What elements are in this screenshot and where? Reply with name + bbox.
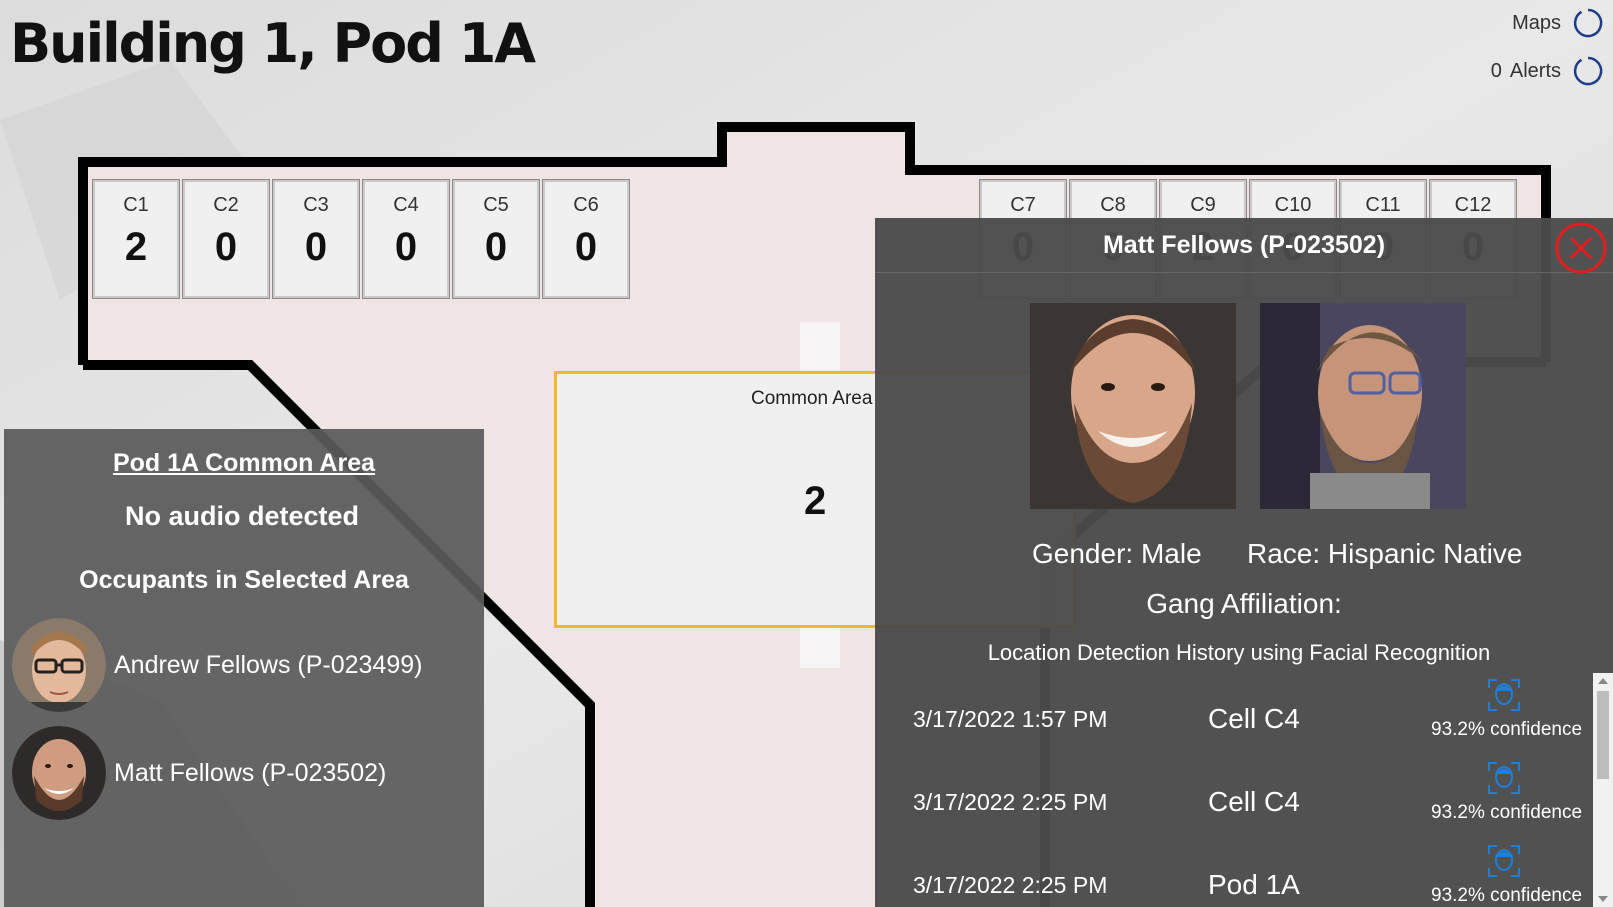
race-field: Race: Hispanic Native xyxy=(1247,538,1523,569)
cell-c2[interactable]: C2 0 xyxy=(183,180,269,298)
cell-count: 0 xyxy=(484,225,508,269)
avatar xyxy=(12,726,106,820)
cell-label: C6 xyxy=(573,194,599,216)
face-recognition-icon xyxy=(1488,679,1520,711)
cell-label: C10 xyxy=(1274,194,1312,216)
history-time: 3/17/2022 2:25 PM xyxy=(913,789,1108,815)
cell-label: C5 xyxy=(483,194,509,216)
face-recognition-icon xyxy=(1488,762,1520,794)
cell-label: C9 xyxy=(1190,194,1216,216)
alerts-label: Alerts xyxy=(1509,59,1561,82)
cell-label: C4 xyxy=(393,194,419,216)
history-heading: Location Detection History using Facial … xyxy=(987,640,1491,665)
area-info-panel: Pod 1A Common Area No audio detected Occ… xyxy=(4,429,484,907)
face-recognition-icon xyxy=(1488,845,1520,877)
history-location: Cell C4 xyxy=(1208,703,1300,734)
cell-c1[interactable]: C1 2 xyxy=(93,180,179,298)
history-location: Cell C4 xyxy=(1208,786,1300,817)
cell-label: C8 xyxy=(1100,194,1126,216)
detail-header: Matt Fellows (P-023502) xyxy=(875,218,1613,273)
cell-c6[interactable]: C6 0 xyxy=(543,180,629,298)
scroll-up-arrow-icon[interactable] xyxy=(1598,678,1608,684)
scroll-down-arrow-icon[interactable] xyxy=(1598,896,1608,902)
cell-count: 0 xyxy=(394,225,418,269)
alerts-refresh-icon[interactable] xyxy=(1571,54,1605,88)
gang-affiliation-field: Gang Affiliation: xyxy=(1146,588,1342,619)
audio-status: No audio detected xyxy=(124,501,360,531)
common-area-count: 2 xyxy=(804,479,827,523)
occupants-heading: Occupants in Selected Area xyxy=(79,566,409,594)
cell-c5[interactable]: C5 0 xyxy=(453,180,539,298)
alerts-control[interactable]: 0 Alerts xyxy=(1491,54,1605,88)
maps-refresh-icon[interactable] xyxy=(1571,6,1605,40)
history-time: 3/17/2022 1:57 PM xyxy=(913,706,1108,732)
cell-label: C3 xyxy=(303,194,329,216)
cell-label: C1 xyxy=(123,194,149,216)
area-title[interactable]: Pod 1A Common Area xyxy=(4,449,484,478)
page-title: Building 1, Pod 1A xyxy=(10,12,536,75)
history-row[interactable]: 3/17/2022 2:25 PM Pod 1A 93.2% confidenc… xyxy=(875,845,1595,907)
history-row[interactable]: 3/17/2022 2:25 PM Cell C4 93.2% confiden… xyxy=(875,762,1595,849)
cell-count: 2 xyxy=(124,225,148,269)
cell-count: 0 xyxy=(214,225,238,269)
cell-label: C2 xyxy=(213,194,239,216)
close-icon[interactable] xyxy=(1555,222,1607,274)
occupant-name: Matt Fellows (P-023502) xyxy=(114,758,387,787)
cell-count: 0 xyxy=(574,225,598,269)
cell-label: C7 xyxy=(1010,194,1036,216)
cell-c3[interactable]: C3 0 xyxy=(273,180,359,298)
scrollbar-thumb[interactable] xyxy=(1597,691,1609,779)
cells-row-left: C1 2 C2 0 C3 0 C4 0 C5 0 C6 0 xyxy=(93,180,629,298)
occupant-item[interactable]: Matt Fellows (P-023502) xyxy=(12,726,386,820)
occupant-item[interactable]: Andrew Fellows (P-023499) xyxy=(12,618,422,712)
person-detail-panel: Matt Fellows (P-023502) Gender: Male Rac… xyxy=(875,218,1613,907)
history-confidence: 93.2% confidence xyxy=(1431,719,1583,740)
history-location: Pod 1A xyxy=(1208,869,1300,900)
history-confidence: 93.2% confidence xyxy=(1431,885,1583,906)
cell-c4[interactable]: C4 0 xyxy=(363,180,449,298)
history-row[interactable]: 3/17/2022 1:57 PM Cell C4 93.2% confiden… xyxy=(875,679,1595,766)
history-time: 3/17/2022 2:25 PM xyxy=(913,872,1108,898)
history-confidence: 93.2% confidence xyxy=(1431,802,1583,823)
gender-field: Gender: Male xyxy=(1032,538,1202,569)
cell-label: C11 xyxy=(1365,194,1401,216)
cell-count: 0 xyxy=(304,225,328,269)
detection-photo xyxy=(1260,303,1466,509)
common-area-label: Common Area xyxy=(751,388,873,409)
cell-label: C12 xyxy=(1454,194,1492,216)
maps-control[interactable]: Maps xyxy=(1512,6,1605,40)
avatar xyxy=(12,618,106,712)
mugshot-photo xyxy=(1030,303,1236,509)
maps-label: Maps xyxy=(1512,11,1561,34)
detail-person-name: Matt Fellows (P-023502) xyxy=(1102,231,1386,259)
occupant-name: Andrew Fellows (P-023499) xyxy=(114,650,423,679)
history-scrollbar[interactable] xyxy=(1593,673,1613,907)
alerts-count: 0 xyxy=(1490,59,1502,82)
